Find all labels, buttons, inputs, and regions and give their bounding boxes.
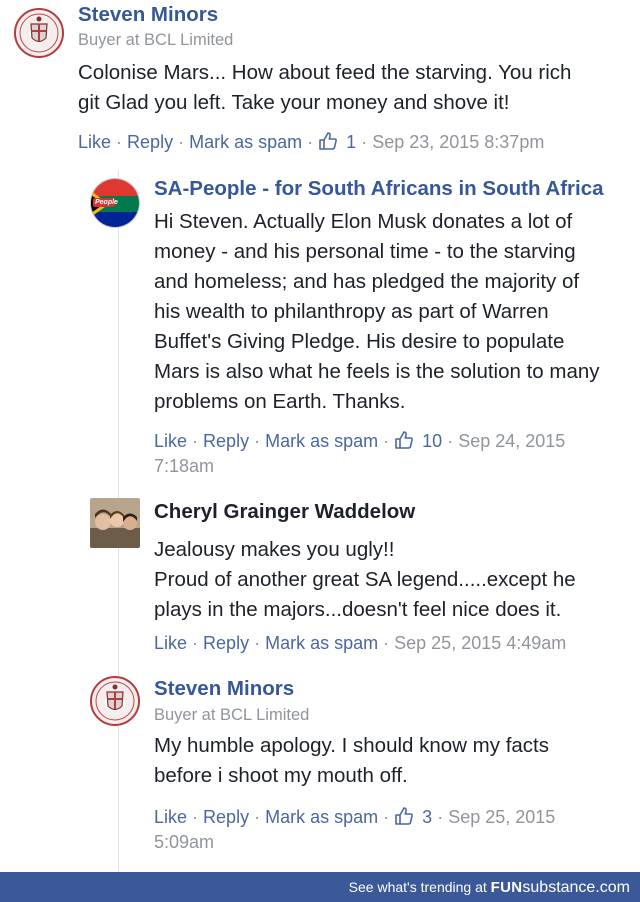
reply-link[interactable]: Reply — [203, 633, 249, 653]
trending-link[interactable]: See what's trending at FUNsubstance.com — [349, 878, 630, 897]
like-link[interactable]: Like — [78, 132, 111, 152]
avatar-sa-people[interactable]: People — [90, 178, 140, 228]
author-name[interactable]: Steven Minors — [78, 3, 218, 27]
comment-line: Jealousy makes you ugly!! — [154, 538, 395, 561]
comment-steven-minors-1: Steven Minors Buyer at BCL Limited Colon… — [0, 0, 640, 170]
timestamp-time[interactable]: 5:09am — [154, 830, 555, 855]
comment-actions: Like · Reply · Mark as spam · 10 · Sep 2… — [154, 429, 565, 479]
like-link[interactable]: Like — [154, 633, 187, 653]
reply-link[interactable]: Reply — [127, 132, 173, 152]
avatar-steven-minors[interactable] — [14, 8, 64, 58]
comment-line: problems on Earth. Thanks. — [154, 390, 406, 413]
timestamp[interactable]: Sep 25, 2015 — [448, 807, 555, 827]
like-link[interactable]: Like — [154, 431, 187, 451]
comment-line: before i shoot my mouth off. — [154, 764, 408, 787]
comment-line: Colonise Mars... How about feed the star… — [78, 61, 572, 84]
timestamp[interactable]: Sep 25, 2015 4:49am — [394, 633, 566, 653]
reply-sa-people: People SA-People - for South Africans in… — [0, 170, 640, 490]
comment-line: Mars is also what he feels is the soluti… — [154, 360, 600, 383]
like-link[interactable]: Like — [154, 807, 187, 827]
mark-as-spam-link[interactable]: Mark as spam — [265, 807, 378, 827]
like-count[interactable]: 1 — [346, 132, 356, 152]
like-count[interactable]: 3 — [422, 807, 432, 827]
reply-link[interactable]: Reply — [203, 807, 249, 827]
author-name[interactable]: Cheryl Grainger Waddelow — [154, 500, 415, 524]
avatar-label: People — [95, 199, 118, 206]
brand-name-bold: FUN — [490, 879, 523, 896]
comment-line: Buffet's Giving Pledge. His desire to po… — [154, 330, 565, 353]
brand-name-rest: substance.com — [522, 879, 630, 896]
crest-logo-icon — [19, 13, 59, 53]
comment-line: Proud of another great SA legend.....exc… — [154, 568, 576, 591]
mark-as-spam-link[interactable]: Mark as spam — [189, 132, 302, 152]
mark-as-spam-link[interactable]: Mark as spam — [265, 633, 378, 653]
comment-actions: Like · Reply · Mark as spam · Sep 25, 20… — [154, 633, 567, 653]
comment-line: plays in the majors...doesn't feel nice … — [154, 598, 562, 621]
comment-line: his wealth to philanthropy as part of Wa… — [154, 300, 549, 323]
funsubstance-footer-banner: See what's trending at FUNsubstance.com — [0, 872, 640, 902]
timestamp-time[interactable]: 7:18am — [154, 454, 565, 479]
comment-actions: Like · Reply · Mark as spam · 3 · Sep 25… — [154, 805, 555, 855]
timestamp[interactable]: Sep 23, 2015 8:37pm — [372, 132, 544, 152]
trending-text: See what's trending at — [348, 879, 487, 895]
thumbs-up-icon[interactable] — [394, 430, 414, 450]
avatar-cheryl[interactable] — [90, 498, 140, 548]
photo-group-icon — [90, 498, 140, 548]
comment-line: Hi Steven. Actually Elon Musk donates a … — [154, 210, 573, 233]
comment-actions: Like · Reply · Mark as spam · 1 · Sep 23… — [78, 131, 545, 152]
author-name[interactable]: Steven Minors — [154, 677, 294, 701]
crest-logo-icon — [95, 681, 135, 721]
author-subtitle: Buyer at BCL Limited — [154, 706, 310, 724]
reply-link[interactable]: Reply — [203, 431, 249, 451]
comment-line: My humble apology. I should know my fact… — [154, 734, 549, 757]
reply-steven-minors: Steven Minors Buyer at BCL Limited My hu… — [0, 670, 640, 872]
comment-body: Jealousy makes you ugly!! Proud of anoth… — [154, 535, 576, 625]
comment-line: git Glad you left. Take your money and s… — [78, 91, 510, 114]
thumbs-up-icon[interactable] — [318, 131, 338, 151]
reply-cheryl: Cheryl Grainger Waddelow Jealousy makes … — [0, 490, 640, 670]
avatar-steven-minors[interactable] — [90, 676, 140, 726]
comment-body: My humble apology. I should know my fact… — [154, 731, 549, 791]
comment-line: money - and his personal time - to the s… — [154, 240, 576, 263]
author-name[interactable]: SA-People - for South Africans in South … — [154, 177, 629, 201]
like-count[interactable]: 10 — [422, 431, 442, 451]
mark-as-spam-link[interactable]: Mark as spam — [265, 431, 378, 451]
comment-body: Colonise Mars... How about feed the star… — [78, 58, 571, 118]
comment-body: Hi Steven. Actually Elon Musk donates a … — [154, 207, 600, 417]
thumbs-up-icon[interactable] — [394, 806, 414, 826]
author-subtitle: Buyer at BCL Limited — [78, 31, 234, 49]
timestamp[interactable]: Sep 24, 2015 — [458, 431, 565, 451]
comment-line: and homeless; and has pledged the majori… — [154, 270, 580, 293]
